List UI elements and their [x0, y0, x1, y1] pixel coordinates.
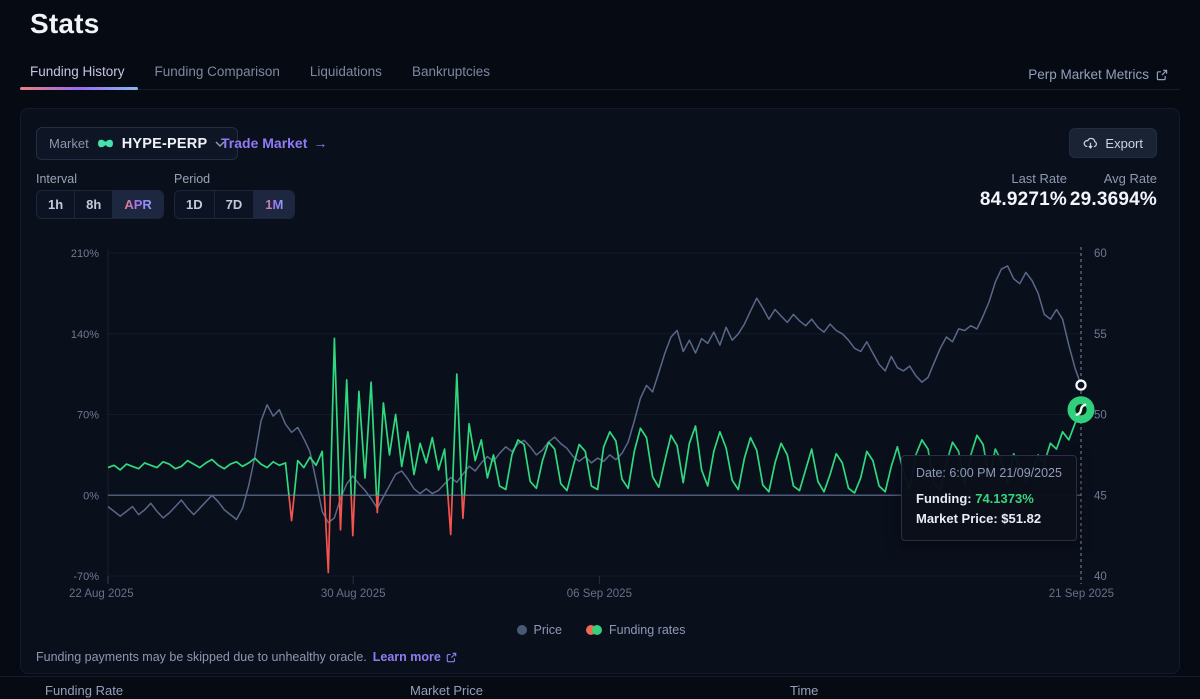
- column-funding-rate: Funding Rate: [45, 683, 123, 698]
- oracle-warning-note: Funding payments may be skipped due to u…: [36, 650, 457, 664]
- period-label: Period: [174, 172, 210, 186]
- price-hover-marker: [1077, 381, 1086, 390]
- right-axis-tick-label: 55: [1094, 329, 1107, 341]
- interval-label: Interval: [36, 172, 77, 186]
- market-select-value: HYPE-PERP: [122, 136, 208, 152]
- tab-bar: Funding History Funding Comparison Liqui…: [20, 64, 1180, 90]
- funding-legend-dots: [586, 625, 602, 635]
- external-link-icon: [446, 652, 457, 663]
- tab-liquidations[interactable]: Liquidations: [310, 64, 382, 89]
- funding-legend-label: Funding rates: [609, 623, 685, 637]
- left-axis-tick-label: 210%: [71, 248, 99, 260]
- right-axis-tick-label: 40: [1094, 571, 1107, 583]
- price-legend-dot: [517, 625, 527, 635]
- export-download-icon: [1083, 136, 1098, 150]
- left-axis-tick-label: 140%: [71, 329, 99, 341]
- export-label: Export: [1105, 136, 1143, 151]
- export-button[interactable]: Export: [1069, 128, 1157, 158]
- last-rate-value: 84.9271%: [980, 189, 1067, 211]
- x-axis-label: 06 Sep 2025: [567, 588, 632, 600]
- left-axis-tick-label: 70%: [77, 410, 99, 422]
- period-segmented-control: 1D 7D 1M: [174, 190, 295, 219]
- avg-rate-label: Avg Rate: [1104, 171, 1157, 186]
- avg-rate-value: 29.3694%: [1070, 189, 1157, 211]
- tooltip-date: Date: 6:00 PM 21/09/2025: [916, 466, 1062, 480]
- x-axis-label: 22 Aug 2025: [69, 588, 134, 600]
- active-tab-underline: [20, 87, 138, 90]
- tab-funding-comparison[interactable]: Funding Comparison: [155, 64, 280, 89]
- column-market-price: Market Price: [410, 683, 483, 698]
- x-axis-label: 21 Sep 2025: [1049, 588, 1114, 600]
- left-axis-tick-label: -70%: [73, 571, 99, 583]
- period-option-1m[interactable]: 1M: [254, 191, 294, 218]
- tab-bankruptcies[interactable]: Bankruptcies: [412, 64, 490, 89]
- oracle-warning-text: Funding payments may be skipped due to u…: [36, 650, 367, 664]
- tooltip-funding-value: 74.1373%: [975, 491, 1034, 506]
- right-axis-tick-label: 45: [1094, 490, 1107, 502]
- legend-item-funding[interactable]: Funding rates: [586, 623, 685, 637]
- market-select[interactable]: Market HYPE-PERP: [36, 127, 238, 160]
- chart-tooltip: Date: 6:00 PM 21/09/2025 Funding: 74.137…: [901, 455, 1077, 541]
- external-link-icon: [1156, 69, 1168, 81]
- learn-more-link[interactable]: Learn more: [373, 650, 457, 664]
- tooltip-price-value: $51.82: [1001, 511, 1041, 526]
- hype-token-icon: [97, 137, 114, 150]
- chart-legend: Price Funding rates: [21, 623, 1181, 637]
- price-legend-label: Price: [534, 623, 562, 637]
- right-axis-tick-label: 60: [1094, 248, 1107, 260]
- last-rate-label: Last Rate: [1011, 171, 1067, 186]
- market-select-label: Market: [49, 136, 89, 151]
- table-top-divider: [0, 676, 1200, 677]
- left-axis-tick-label: 0%: [83, 490, 99, 502]
- interval-segmented-control: 1h 8h APR: [36, 190, 164, 219]
- period-option-7d[interactable]: 7D: [215, 191, 255, 218]
- perp-market-metrics-label: Perp Market Metrics: [1028, 67, 1149, 82]
- period-option-1d[interactable]: 1D: [175, 191, 215, 218]
- tab-funding-history[interactable]: Funding History: [30, 64, 125, 89]
- x-axis-label: 30 Aug 2025: [321, 588, 386, 600]
- legend-item-price[interactable]: Price: [517, 623, 562, 637]
- funding-history-panel: Market HYPE-PERP Trade Market → Export I…: [20, 108, 1180, 674]
- trade-market-label: Trade Market: [221, 135, 307, 151]
- tabbar-divider: [20, 89, 1180, 90]
- interval-option-8h[interactable]: 8h: [75, 191, 113, 218]
- column-time: Time: [790, 683, 818, 698]
- arrow-right-icon: →: [313, 135, 327, 151]
- funding-price-chart[interactable]: 210% 140% 70% 0% -70% 60 55 50 45 40 22 Aug 2025 30…: [21, 229, 1181, 611]
- interval-option-apr[interactable]: APR: [113, 191, 162, 218]
- perp-market-metrics-link[interactable]: Perp Market Metrics: [1028, 67, 1168, 82]
- tooltip-price-row: Market Price: $51.82: [916, 509, 1062, 529]
- interval-option-1h[interactable]: 1h: [37, 191, 75, 218]
- tooltip-funding-row: Funding: 74.1373%: [916, 489, 1062, 509]
- right-axis-tick-label: 50: [1094, 410, 1107, 422]
- page-title: Stats: [30, 8, 99, 40]
- trade-market-link[interactable]: Trade Market →: [221, 135, 327, 151]
